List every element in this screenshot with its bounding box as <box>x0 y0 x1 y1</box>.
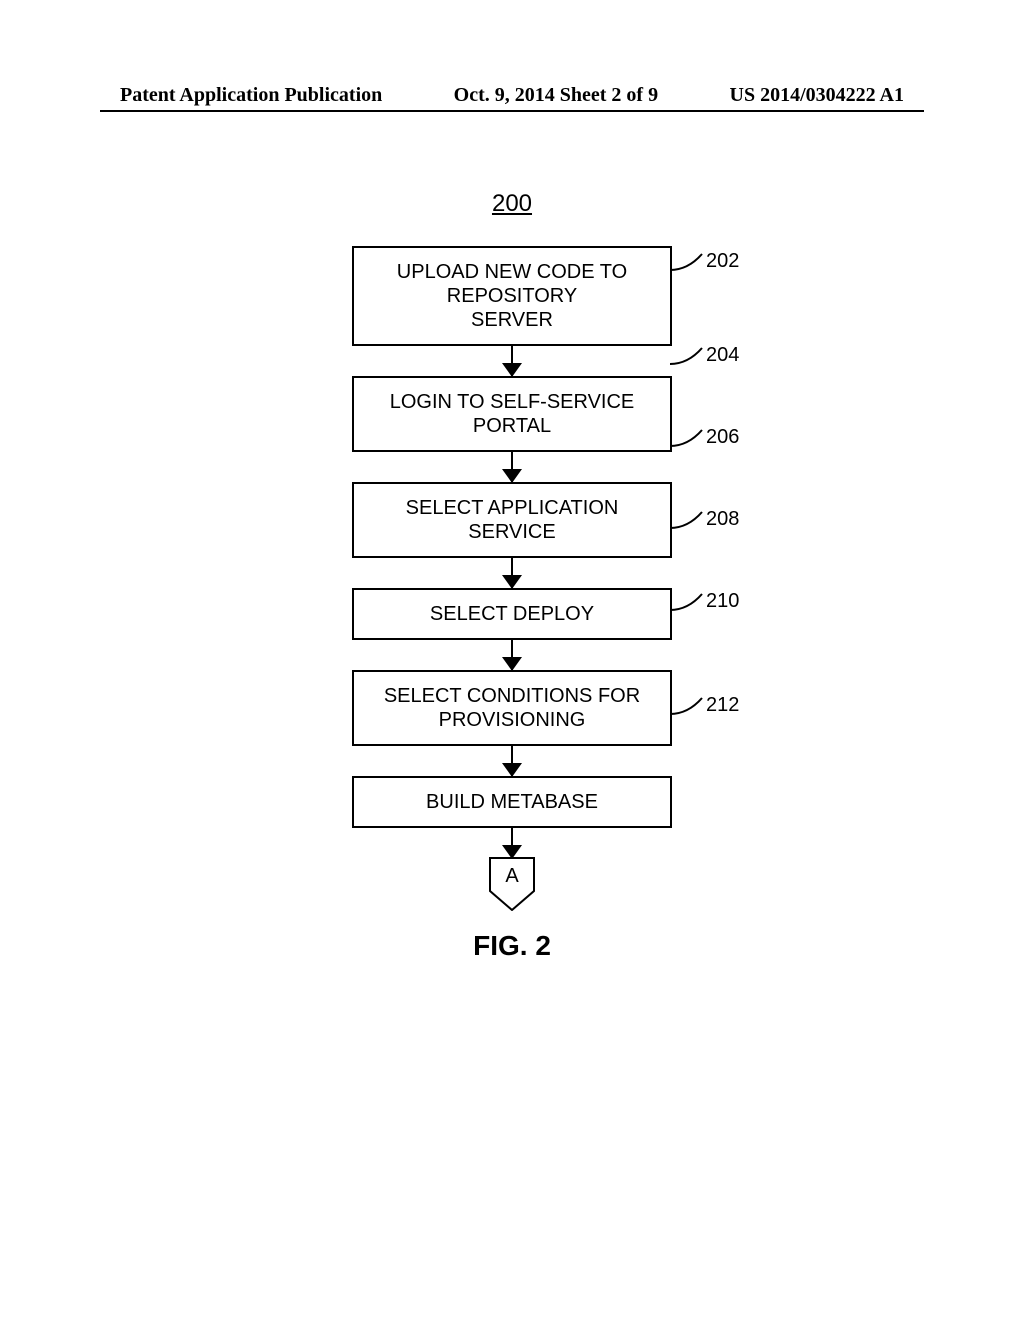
figure-number: 200 <box>492 190 532 218</box>
flow-step-label-line: SELECT APPLICATION SERVICE <box>362 496 662 544</box>
ref-callout: 210 <box>670 590 739 613</box>
leader-line-icon <box>670 510 704 530</box>
flow-step-label-line: SERVER <box>362 308 662 332</box>
page: Patent Application Publication Oct. 9, 2… <box>0 0 1024 1320</box>
flow-steps: UPLOAD NEW CODE TO REPOSITORY SERVER 202… <box>352 246 672 911</box>
ref-number: 212 <box>706 694 739 717</box>
leader-line-icon <box>670 346 704 366</box>
ref-callout: 206 <box>670 426 739 449</box>
ref-number: 202 <box>706 250 739 273</box>
flow-step-label-line: UPLOAD NEW CODE TO REPOSITORY <box>362 260 662 308</box>
leader-line-icon <box>670 428 704 448</box>
flowchart: 200 UPLOAD NEW CODE TO REPOSITORY SERVER… <box>0 190 1024 911</box>
flow-step-label-line: PROVISIONING <box>362 708 662 732</box>
header-publication-label: Patent Application Publication <box>120 84 382 107</box>
flow-step-upload-code: UPLOAD NEW CODE TO REPOSITORY SERVER <box>352 246 672 346</box>
ref-callout: 208 <box>670 508 739 531</box>
flow-arrow-down-icon <box>511 558 513 588</box>
flow-step-build-metabase: BUILD METABASE <box>352 776 672 828</box>
ref-callout: 202 <box>670 250 739 273</box>
header-date-sheet: Oct. 9, 2014 Sheet 2 of 9 <box>454 84 658 107</box>
ref-number: 206 <box>706 426 739 449</box>
flow-arrow-down-icon <box>511 746 513 776</box>
flow-step-label-line: BUILD METABASE <box>362 790 662 814</box>
flow-step-select-app-service: SELECT APPLICATION SERVICE <box>352 482 672 558</box>
ref-callout: 212 <box>670 694 739 717</box>
flow-arrow-down-icon <box>511 640 513 670</box>
header-pub-number: US 2014/0304222 A1 <box>730 84 904 107</box>
leader-line-icon <box>670 592 704 612</box>
flow-arrow-down-icon <box>511 452 513 482</box>
leader-line-icon <box>670 696 704 716</box>
flow-arrow-down-icon <box>511 346 513 376</box>
offpage-connector-label: A <box>489 865 535 888</box>
header-rule-line <box>100 110 924 112</box>
flow-step-login-portal: LOGIN TO SELF-SERVICE PORTAL <box>352 376 672 452</box>
flow-step-label-line: SELECT CONDITIONS FOR <box>362 684 662 708</box>
ref-number: 208 <box>706 508 739 531</box>
ref-callout: 204 <box>670 344 739 367</box>
page-header: Patent Application Publication Oct. 9, 2… <box>0 84 1024 107</box>
flow-step-select-conditions: SELECT CONDITIONS FOR PROVISIONING <box>352 670 672 746</box>
flow-arrow-down-icon <box>511 828 513 858</box>
flow-step-select-deploy: SELECT DEPLOY <box>352 588 672 640</box>
leader-line-icon <box>670 252 704 272</box>
offpage-connector: A <box>489 857 535 911</box>
ref-number: 204 <box>706 344 739 367</box>
figure-caption: FIG. 2 <box>0 930 1024 962</box>
flow-step-label-line: LOGIN TO SELF-SERVICE PORTAL <box>362 390 662 438</box>
ref-number: 210 <box>706 590 739 613</box>
flow-step-label-line: SELECT DEPLOY <box>362 602 662 626</box>
